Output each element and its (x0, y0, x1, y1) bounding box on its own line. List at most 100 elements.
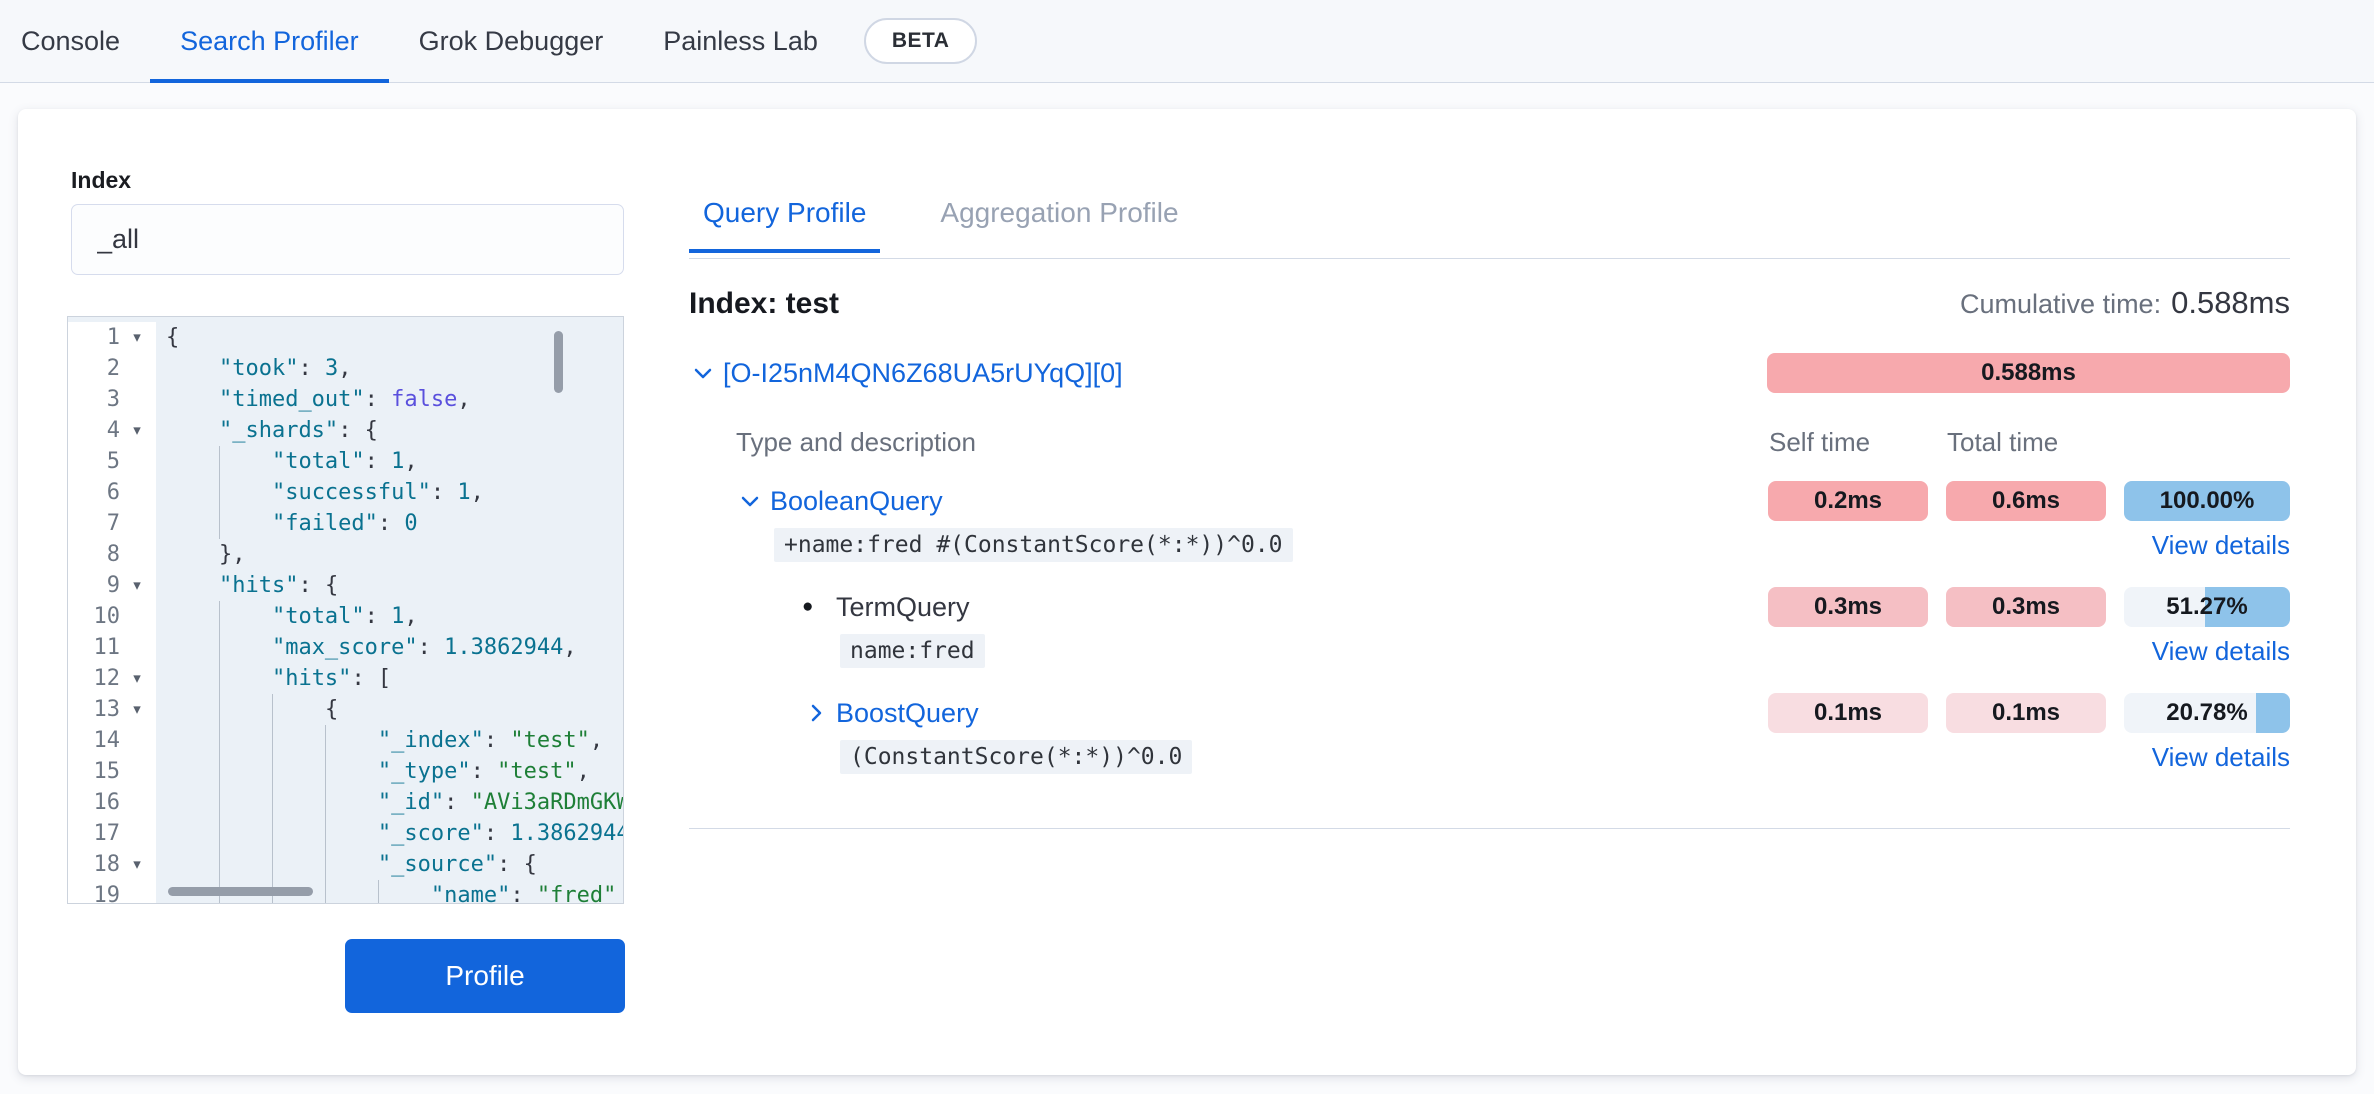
editor-vertical-scrollbar[interactable] (554, 331, 563, 393)
code-token: : (365, 449, 392, 474)
index-input[interactable] (71, 204, 624, 275)
total-time-badge: 0.6ms (1946, 481, 2106, 521)
fold-arrow-icon[interactable]: ▾ (120, 415, 154, 446)
code-token: : (298, 356, 325, 381)
indent-guide (272, 849, 273, 880)
editor-line: 6"successful": 1, (68, 477, 623, 508)
tab-painless-lab[interactable]: Painless Lab (633, 0, 848, 82)
line-number: 16 (68, 787, 120, 818)
code-token: 1 (457, 480, 470, 505)
tab-console[interactable]: Console (21, 0, 150, 82)
editor-line: 5"total": 1, (68, 446, 623, 477)
code-token: "total" (272, 449, 365, 474)
view-details-link[interactable]: View details (2152, 530, 2290, 561)
query-type-label[interactable]: BoostQuery (836, 698, 979, 729)
editor-line: 7"failed": 0 (68, 508, 623, 539)
index-field-label: Index (71, 167, 131, 194)
query-lucene-description: +name:fred #(ConstantScore(*:*))^0.0 (774, 528, 1293, 562)
shard-toggle[interactable]: [O-I25nM4QN6Z68UA5rUYqQ][0] (689, 358, 1123, 389)
code-token: : [ (351, 666, 391, 691)
code-token: 0 (404, 511, 417, 536)
percent-value: 51.27% (2124, 587, 2290, 627)
indent-guide (219, 601, 220, 632)
json-query-editor[interactable]: 1▾{2"took": 3,3"timed_out": false,4▾"_sh… (67, 316, 624, 904)
indent-guide (272, 725, 273, 756)
tab-grok-debugger[interactable]: Grok Debugger (389, 0, 634, 82)
code-token: : (418, 635, 445, 660)
line-number: 18 (68, 849, 120, 880)
indent-guide (272, 756, 273, 787)
code-token: "hits" (219, 573, 298, 598)
fold-arrow-icon[interactable]: ▾ (120, 849, 154, 880)
tab-aggregation-profile[interactable]: Aggregation Profile (926, 197, 1192, 253)
query-row: BooleanQuery0.2ms0.6ms100.00% (689, 481, 2290, 521)
view-details-link[interactable]: View details (2152, 636, 2290, 667)
query-description-row: name:fredView details (689, 631, 2290, 671)
code-token: "timed_out" (219, 387, 365, 412)
view-details-link[interactable]: View details (2152, 742, 2290, 773)
code-token: , (404, 604, 417, 629)
json-editor-lines: 1▾{2"took": 3,3"timed_out": false,4▾"_sh… (68, 322, 623, 904)
profile-button[interactable]: Profile (345, 939, 625, 1013)
result-index-title: Index: test (689, 287, 839, 321)
editor-horizontal-scrollbar[interactable] (168, 887, 313, 896)
code-token: 1.3862944 (444, 635, 563, 660)
code-token: 1 (391, 449, 404, 474)
fold-arrow-icon[interactable]: ▾ (120, 663, 154, 694)
code-token: : (365, 604, 392, 629)
chevron-down-icon[interactable] (736, 487, 770, 515)
code-token: 1 (391, 604, 404, 629)
query-lucene-description: (ConstantScore(*:*))^0.0 (840, 740, 1192, 774)
self-time-badge: 0.1ms (1768, 693, 1928, 733)
editor-line: 15"_type": "test", (68, 756, 623, 787)
query-type-label: TermQuery (836, 592, 970, 623)
indent-guide (219, 508, 220, 539)
line-number: 14 (68, 725, 120, 756)
indent-guide (219, 849, 220, 880)
result-divider (689, 828, 2290, 829)
cumulative-time: Cumulative time: 0.588ms (1960, 285, 2290, 321)
dot-icon: ● (802, 596, 836, 618)
code-token: "took" (219, 356, 298, 381)
line-number: 9 (68, 570, 120, 601)
code-token: "failed" (272, 511, 378, 536)
beta-badge: BETA (864, 18, 978, 64)
cumulative-time-value: 0.588ms (2171, 285, 2290, 321)
editor-line: 16"_id": "AVi3aRDmGKWp (68, 787, 623, 818)
time-badges: 0.3ms0.3ms51.27% (1768, 587, 2290, 627)
indent-guide (272, 694, 273, 725)
query-type-label[interactable]: BooleanQuery (770, 486, 943, 517)
column-self-time-header: Self time (1769, 427, 1870, 458)
code-token: "name" (431, 883, 510, 904)
shard-row: [O-I25nM4QN6Z68UA5rUYqQ][0] 0.588ms (689, 351, 2290, 395)
code-token: "_shards" (219, 418, 338, 443)
line-number: 1 (68, 322, 120, 353)
self-time-badge: 0.2ms (1768, 481, 1928, 521)
tab-query-profile[interactable]: Query Profile (689, 197, 880, 253)
chevron-right-icon[interactable] (802, 699, 836, 727)
indent-guide (378, 880, 379, 904)
total-time-badge: 0.3ms (1946, 587, 2106, 627)
line-number: 11 (68, 632, 120, 663)
indent-guide (219, 632, 220, 663)
code-token: , (457, 387, 470, 412)
tab-query-profile-label: Query Profile (703, 197, 866, 228)
editor-line: 17"_score": 1.3862944 (68, 818, 623, 849)
percent-badge: 20.78% (2124, 693, 2290, 733)
profile-result-tabs: Query Profile Aggregation Profile (689, 197, 1193, 253)
fold-arrow-icon[interactable]: ▾ (120, 322, 154, 353)
code-token: "max_score" (272, 635, 418, 660)
percent-value: 20.78% (2124, 693, 2290, 733)
indent-guide (219, 725, 220, 756)
tab-search-profiler[interactable]: Search Profiler (150, 0, 389, 82)
code-token: , (563, 635, 576, 660)
code-token: { (166, 325, 179, 350)
fold-arrow-icon[interactable]: ▾ (120, 694, 154, 725)
indent-guide (325, 787, 326, 818)
code-token: "test" (510, 728, 589, 753)
indent-guide (325, 818, 326, 849)
indent-guide (219, 663, 220, 694)
fold-arrow-icon[interactable]: ▾ (120, 570, 154, 601)
code-token: false (391, 387, 457, 412)
indent-guide (272, 787, 273, 818)
